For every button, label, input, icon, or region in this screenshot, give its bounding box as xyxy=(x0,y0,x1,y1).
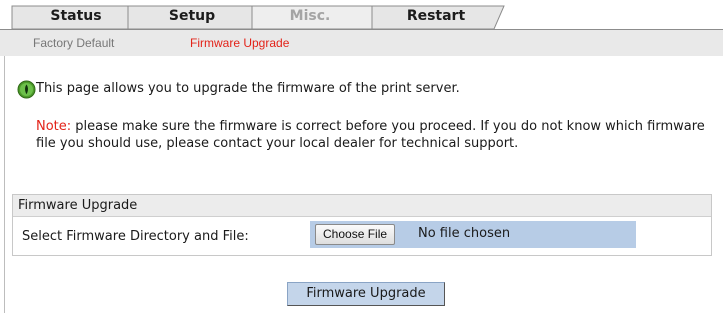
content-left-border xyxy=(4,56,5,313)
info-icon xyxy=(17,80,36,99)
tab-setup[interactable]: Setup xyxy=(144,7,240,25)
choose-file-button[interactable]: Choose File xyxy=(315,224,396,245)
firmware-file-label: Select Firmware Directory and File: xyxy=(22,229,249,244)
firmware-upgrade-button[interactable]: Firmware Upgrade xyxy=(287,282,445,306)
firmware-file-input[interactable]: Choose File No file chosen xyxy=(310,221,636,248)
note-text: please make sure the firmware is correct… xyxy=(36,119,705,151)
file-status-text: No file chosen xyxy=(418,226,511,241)
tab-misc[interactable]: Misc. xyxy=(262,7,358,25)
tab-bar: Status Setup Misc. Restart xyxy=(0,0,723,30)
subnav-item-factory-default[interactable]: Factory Default xyxy=(33,35,114,51)
firmware-upgrade-heading: Firmware Upgrade xyxy=(13,195,711,217)
tab-restart[interactable]: Restart xyxy=(384,7,488,25)
firmware-upgrade-panel: Firmware Upgrade Select Firmware Directo… xyxy=(12,194,712,256)
note-label: Note: xyxy=(36,119,72,134)
info-text: This page allows you to upgrade the firm… xyxy=(36,81,460,96)
sub-navigation: Factory Default Firmware Upgrade xyxy=(0,30,723,56)
tab-status[interactable]: Status xyxy=(28,7,124,25)
note-paragraph: Note: please make sure the firmware is c… xyxy=(36,118,706,152)
subnav-item-firmware-upgrade[interactable]: Firmware Upgrade xyxy=(190,35,289,51)
